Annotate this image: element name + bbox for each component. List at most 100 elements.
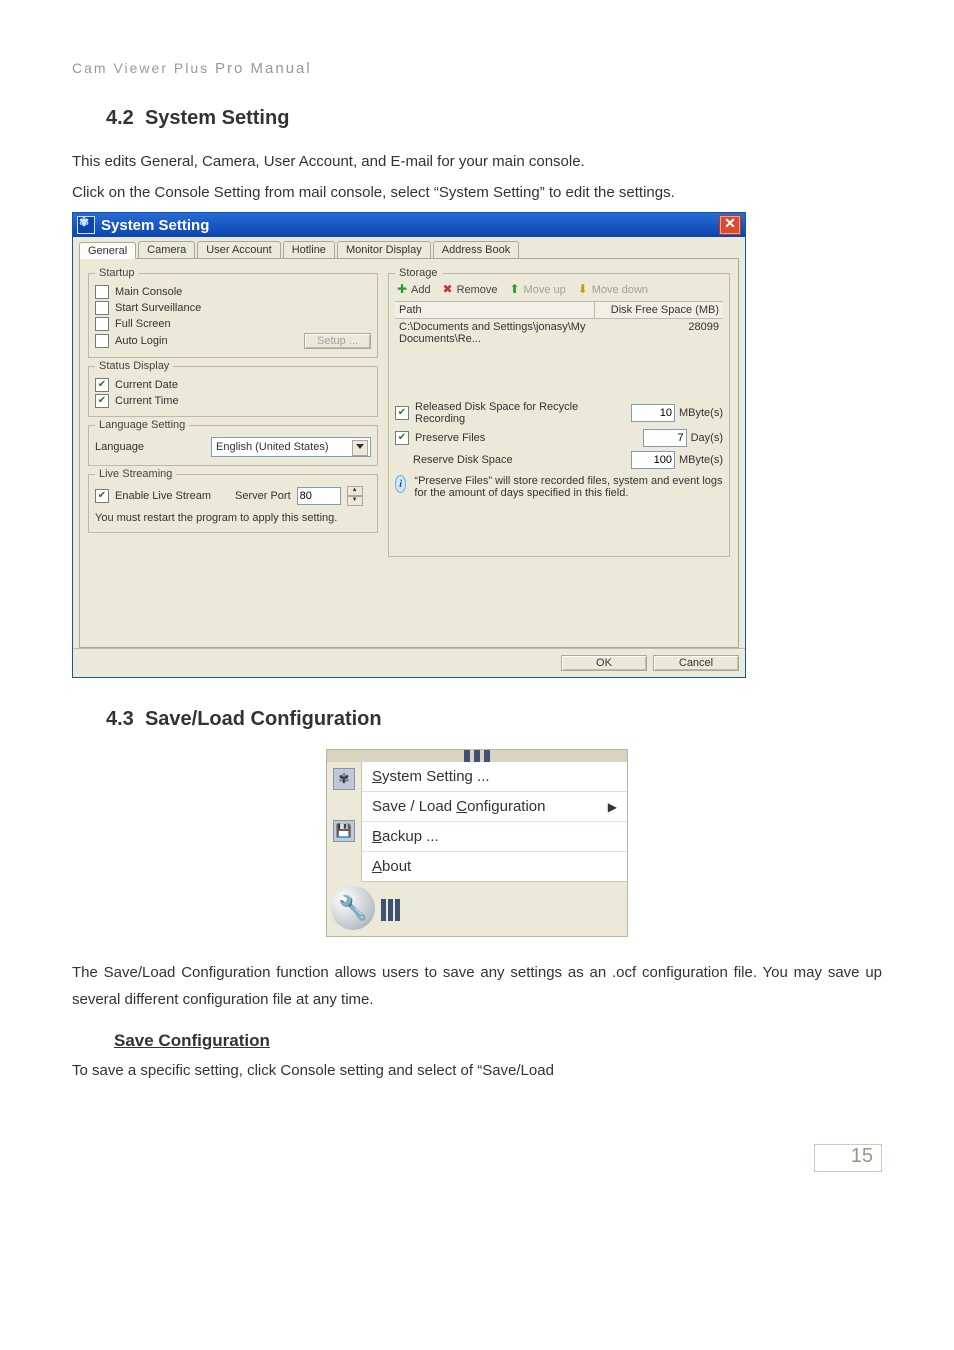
storage-add-button[interactable]: ✚ Add bbox=[395, 283, 431, 297]
status-legend: Status Display bbox=[95, 360, 173, 372]
ok-button[interactable]: OK bbox=[561, 655, 647, 671]
header-suffix: Pro Manual bbox=[215, 60, 312, 77]
u-b: B bbox=[372, 828, 382, 845]
tab-camera[interactable]: Camera bbox=[138, 241, 195, 258]
tab-monitor-display[interactable]: Monitor Display bbox=[337, 241, 431, 258]
row-path: C:\Documents and Settings\jonasy\My Docu… bbox=[395, 319, 595, 347]
menu-system-setting[interactable]: System Setting ... bbox=[362, 762, 627, 792]
language-legend: Language Setting bbox=[95, 419, 189, 431]
language-setting-group: Language Setting Language English (Unite… bbox=[88, 419, 378, 466]
saveload-label-a: Save / Load bbox=[372, 798, 456, 815]
row-free: 28099 bbox=[595, 319, 723, 347]
moveup-label: Move up bbox=[524, 284, 566, 296]
backup-icon: 💾 bbox=[333, 820, 355, 842]
enable-live-stream-label: Enable Live Stream bbox=[115, 490, 211, 502]
released-disk-space-checkbox[interactable] bbox=[395, 406, 409, 420]
startup-legend: Startup bbox=[95, 267, 138, 279]
preserve-files-checkbox[interactable] bbox=[395, 431, 409, 445]
current-date-checkbox[interactable] bbox=[95, 378, 109, 392]
menu-backup[interactable]: Backup ... bbox=[362, 822, 627, 852]
dropdown-caret-icon bbox=[356, 444, 364, 449]
cancel-button[interactable]: Cancel bbox=[653, 655, 739, 671]
storage-toolbar: ✚ Add ✖ Remove ⬆ Move up bbox=[395, 283, 723, 297]
remove-label: Remove bbox=[457, 284, 498, 296]
live-legend: Live Streaming bbox=[95, 468, 176, 480]
storage-table-header: Path Disk Free Space (MB) bbox=[395, 301, 723, 319]
sec43-para1: The Save/Load Configuration function all… bbox=[72, 959, 882, 1013]
storage-move-down-button[interactable]: ⬇ Move down bbox=[576, 283, 648, 297]
backup-label: ackup ... bbox=[382, 828, 439, 845]
server-port-input[interactable] bbox=[297, 487, 341, 505]
menu-about[interactable]: About bbox=[362, 852, 627, 881]
saveload-label-b: onfiguration bbox=[467, 798, 545, 815]
start-surveillance-checkbox[interactable] bbox=[95, 301, 109, 315]
col-free-space: Disk Free Space (MB) bbox=[595, 302, 723, 318]
sec-title: System Setting bbox=[145, 107, 289, 129]
sec-num: 4.2 bbox=[106, 107, 134, 129]
section-4-2-heading: 4.2 System Setting bbox=[106, 107, 882, 130]
server-port-spinner[interactable]: ▲▼ bbox=[347, 486, 363, 506]
close-button[interactable]: ✕ bbox=[719, 215, 741, 235]
language-label: Language bbox=[95, 441, 144, 453]
system-label: ystem Setting ... bbox=[382, 768, 490, 785]
submenu-arrow-icon: ▶ bbox=[608, 800, 617, 814]
menu-save-load-configuration[interactable]: Save / Load Configuration ▶ bbox=[362, 792, 627, 822]
released-disk-space-label: Released Disk Space for Recycle Recordin… bbox=[415, 401, 631, 425]
main-console-checkbox[interactable] bbox=[95, 285, 109, 299]
live-streaming-group: Live Streaming Enable Live Stream Server… bbox=[88, 468, 378, 533]
movedown-label: Move down bbox=[592, 284, 648, 296]
preserve-files-input[interactable] bbox=[643, 429, 687, 447]
about-label: bout bbox=[382, 858, 411, 875]
tab-general[interactable]: General bbox=[79, 242, 136, 259]
section-4-3-heading: 4.3 Save/Load Configuration bbox=[106, 708, 882, 731]
released-disk-space-input[interactable] bbox=[631, 404, 675, 422]
full-screen-checkbox[interactable] bbox=[95, 317, 109, 331]
tab-general-body: Startup Main Console Start Surveillance … bbox=[79, 258, 739, 648]
storage-remove-button[interactable]: ✖ Remove bbox=[441, 283, 498, 297]
sec43-para2: To save a specific setting, click Consol… bbox=[72, 1057, 882, 1084]
auto-login-setup-button[interactable]: Setup ... bbox=[304, 333, 371, 349]
titlebar: System Setting ✕ bbox=[73, 213, 745, 237]
storage-move-up-button[interactable]: ⬆ Move up bbox=[508, 283, 566, 297]
arrow-up-icon: ⬆ bbox=[508, 283, 522, 297]
storage-table-row[interactable]: C:\Documents and Settings\jonasy\My Docu… bbox=[395, 319, 723, 347]
storage-group: Storage ✚ Add ✖ Remove ⬆ bbox=[388, 267, 730, 557]
language-select[interactable]: English (United States) bbox=[211, 437, 371, 457]
u-c: C bbox=[456, 798, 467, 815]
page-number: 15 bbox=[814, 1144, 882, 1172]
page-footer: 15 bbox=[72, 1144, 882, 1172]
tab-hotline[interactable]: Hotline bbox=[283, 241, 335, 258]
info-text: “Preserve Files” will store recorded fil… bbox=[414, 475, 723, 499]
u-a: A bbox=[372, 858, 382, 875]
col-path: Path bbox=[395, 302, 595, 318]
auto-login-checkbox[interactable] bbox=[95, 334, 109, 348]
save-configuration-subheading: Save Configuration bbox=[114, 1031, 882, 1051]
enable-live-stream-checkbox[interactable] bbox=[95, 489, 109, 503]
tab-user-account[interactable]: User Account bbox=[197, 241, 280, 258]
tab-strip: General Camera User Account Hotline Moni… bbox=[73, 237, 745, 648]
current-time-checkbox[interactable] bbox=[95, 394, 109, 408]
auto-login-label: Auto Login bbox=[115, 335, 168, 347]
wrench-icon: 🔧 bbox=[331, 886, 375, 930]
current-date-label: Current Date bbox=[115, 379, 178, 391]
reserve-disk-space-input[interactable] bbox=[631, 451, 675, 469]
start-surveillance-label: Start Surveillance bbox=[115, 302, 201, 314]
sec42-para2: Click on the Console Setting from mail c… bbox=[72, 179, 882, 206]
tab-address-book[interactable]: Address Book bbox=[433, 241, 519, 258]
add-icon: ✚ bbox=[395, 283, 409, 297]
reserve-disk-space-label: Reserve Disk Space bbox=[413, 454, 631, 466]
sec43-title: Save/Load Configuration bbox=[145, 708, 382, 730]
header-prefix: Cam Viewer Plus bbox=[72, 60, 209, 76]
deco-top bbox=[327, 750, 627, 762]
context-menu: System Setting ... Save / Load Configura… bbox=[361, 762, 627, 882]
preserve-unit: Day(s) bbox=[691, 432, 723, 444]
preserve-files-info: i “Preserve Files” will store recorded f… bbox=[395, 475, 723, 499]
sec42-para1: This edits General, Camera, User Account… bbox=[72, 148, 882, 175]
u-s: S bbox=[372, 768, 382, 785]
storage-legend: Storage bbox=[395, 267, 442, 279]
current-time-label: Current Time bbox=[115, 395, 179, 407]
context-menu-screenshot: ✾ 💾 System Setting ... Save / Load Confi… bbox=[326, 749, 628, 937]
system-setting-icon: ✾ bbox=[333, 768, 355, 790]
add-label: Add bbox=[411, 284, 431, 296]
startup-group: Startup Main Console Start Surveillance … bbox=[88, 267, 378, 358]
